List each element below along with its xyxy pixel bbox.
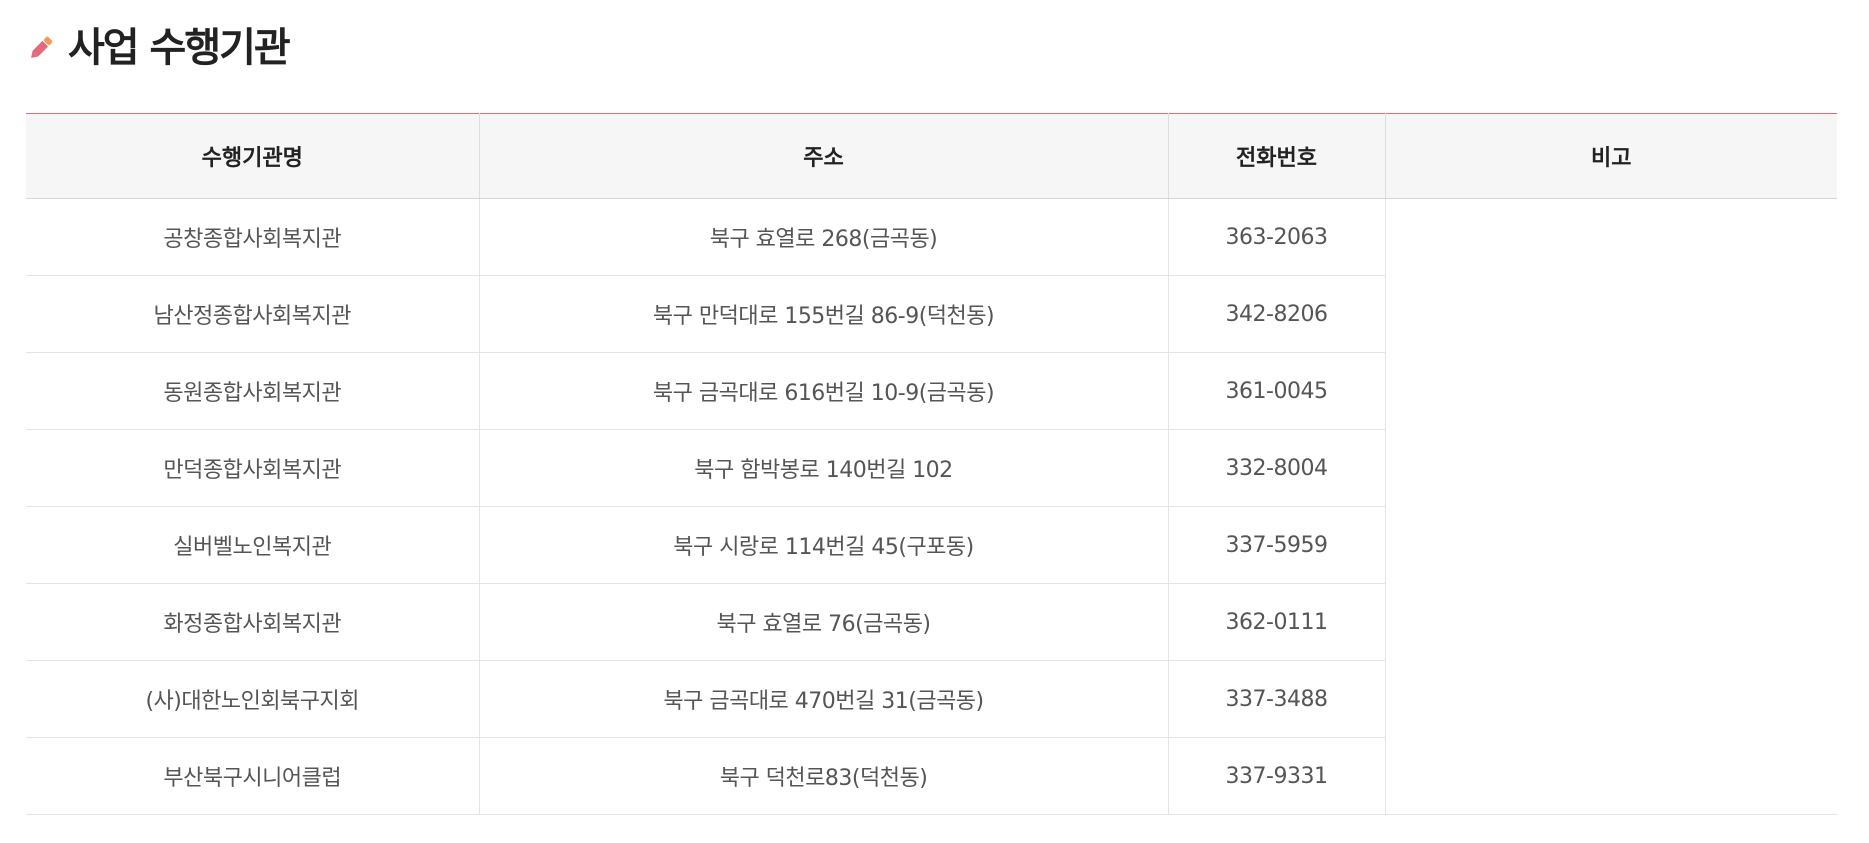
address-cell: 북구 시랑로 114번길 45(구포동) bbox=[478, 506, 1168, 584]
phone-cell: 363-2063 bbox=[1167, 198, 1385, 276]
pencil-icon bbox=[26, 33, 56, 63]
address-cell: 북구 효열로 268(금곡동) bbox=[478, 198, 1168, 276]
phone-cell: 342-8206 bbox=[1167, 275, 1385, 353]
agency-table-wrapper: 수행기관명 주소 전화번호 비고 공창종합사회복지관 북구 효열로 268(금곡… bbox=[26, 113, 1837, 815]
phone-cell: 337-9331 bbox=[1167, 737, 1385, 815]
address-cell: 북구 만덕대로 155번길 86-9(덕천동) bbox=[478, 275, 1168, 353]
phone-cell: 332-8004 bbox=[1167, 429, 1385, 507]
address-cell: 북구 덕천로83(덕천동) bbox=[478, 737, 1168, 815]
section-title: 사업 수행기관 bbox=[68, 25, 291, 71]
agency-name-cell: 부산북구시니어클럽 bbox=[26, 737, 479, 815]
agency-name-cell: 화정종합사회복지관 bbox=[26, 583, 479, 661]
phone-cell: 337-3488 bbox=[1167, 660, 1385, 738]
address-cell: 북구 효열로 76(금곡동) bbox=[478, 583, 1168, 661]
agency-name-cell: (사)대한노인회북구지회 bbox=[26, 660, 479, 738]
phone-cell: 337-5959 bbox=[1167, 506, 1385, 584]
address-cell: 북구 금곡대로 616번길 10-9(금곡동) bbox=[478, 352, 1168, 430]
phone-cell: 362-0111 bbox=[1167, 583, 1385, 661]
section-header: 사업 수행기관 bbox=[26, 20, 291, 76]
address-cell: 북구 함박봉로 140번길 102 bbox=[478, 429, 1168, 507]
phone-cell: 361-0045 bbox=[1167, 352, 1385, 430]
agency-table: 수행기관명 주소 전화번호 비고 공창종합사회복지관 북구 효열로 268(금곡… bbox=[26, 113, 1837, 815]
address-cell: 북구 금곡대로 470번길 31(금곡동) bbox=[478, 660, 1168, 738]
agency-name-cell: 공창종합사회복지관 bbox=[26, 198, 479, 276]
header-agency-name: 수행기관명 bbox=[26, 113, 479, 199]
agency-name-cell: 남산정종합사회복지관 bbox=[26, 275, 479, 353]
agency-name-cell: 만덕종합사회복지관 bbox=[26, 429, 479, 507]
table-header-row: 수행기관명 주소 전화번호 비고 bbox=[26, 113, 1837, 199]
table-row: 공창종합사회복지관 북구 효열로 268(금곡동) 363-2063 bbox=[26, 198, 1837, 815]
agency-name-cell: 동원종합사회복지관 bbox=[26, 352, 479, 430]
header-note: 비고 bbox=[1384, 113, 1837, 199]
note-cell bbox=[1384, 198, 1837, 815]
header-phone: 전화번호 bbox=[1167, 113, 1385, 199]
agency-name-cell: 실버벨노인복지관 bbox=[26, 506, 479, 584]
header-address: 주소 bbox=[478, 113, 1168, 199]
